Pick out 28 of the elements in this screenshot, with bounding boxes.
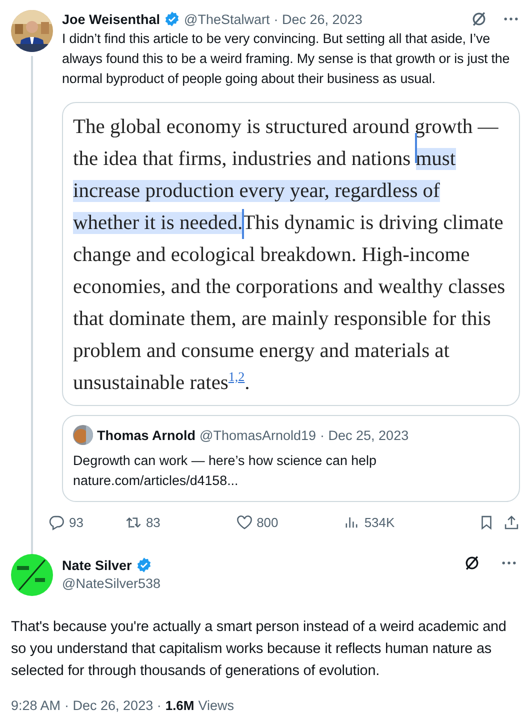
heart-icon[interactable] [236,514,253,530]
author-name[interactable]: Joe Weisenthal [62,12,160,26]
link-text: nature.com/articles/d4158... [73,472,240,490]
post-date[interactable]: · Dec 26, 2023 [274,12,362,26]
article-excerpt: The global economy is structured around growth — the idea that firms, industries and nations must increase production every year, regardless of whether it is needed.This dynamic is driving climate change and ecological breakdown. High-income economies, and the corporations and wealthy classes that dominate them, are mainly responsible for this problem and consume energy and materials at unsustainable rates$^{1,2}$. [73,115,506,396]
footnote-link[interactable]: 1,2 [228,369,245,384]
author-name: Thomas Arnold [97,428,196,442]
views-label: Views [198,698,234,713]
post-date[interactable]: · Dec 26, 2023 · [64,698,162,713]
stat-count: 800 [256,514,278,530]
quoted-text: Degrowth can work — here’s how science can help [73,452,378,470]
post-text: That's because you're actually a smart person instead of a weird academic and so you understand that capitalism works because it reflects human nature as selected for through thousands of generations of evolution. [11,618,508,681]
stat-count: 93 [69,514,84,530]
quoted-post[interactable]: Thomas Arnold @ThomasArnold19 · Dec 25, 2023 Degrowth can work — here’s how science can help nature.com/articles/d4158... [62,415,520,502]
stat-count: 534K [364,514,395,530]
post-time[interactable]: 9:28 AM [11,698,61,713]
post-date: · Dec 25, 2023 [320,428,409,442]
post-text: I didn’t find this article to be very convincing. But setting all that aside, I’ve always found this to be a weird framing. My sense is that growth or is just the normal byproduct of people going about their business as usual. [62,30,511,88]
author-handle: @ThomasArnold19 [200,428,316,442]
stat-count: 83 [146,514,160,530]
selection-handle[interactable] [414,132,417,162]
reply-icon[interactable] [48,514,65,530]
view-count: 1.6M [165,698,194,713]
author-handle[interactable]: @NateSilver538 [62,576,161,591]
selection-handle[interactable] [242,208,244,238]
share-icon[interactable] [502,514,520,530]
author-handle[interactable]: @TheStalwart [184,12,270,26]
author-name[interactable]: Nate Silver [62,558,132,572]
